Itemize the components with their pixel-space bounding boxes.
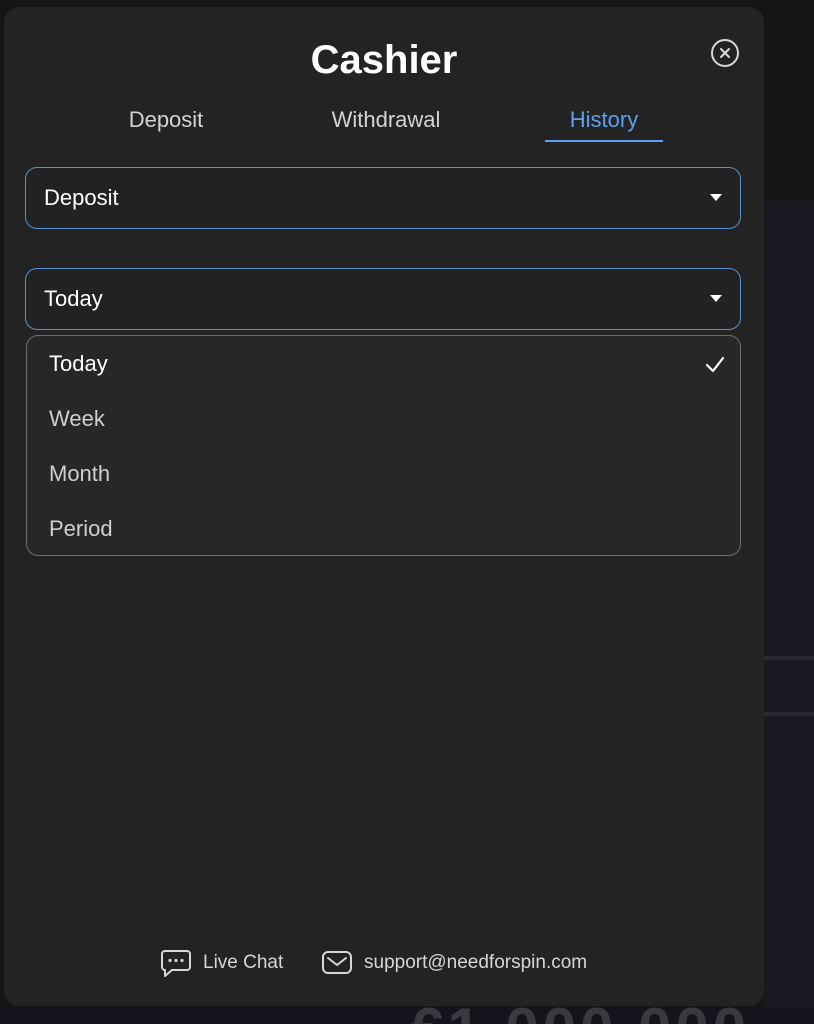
period-option-month[interactable]: Month bbox=[27, 446, 740, 501]
cashier-tabs: Deposit Withdrawal History bbox=[4, 103, 764, 143]
period-select[interactable]: Today bbox=[25, 268, 741, 330]
close-circle-icon bbox=[720, 48, 730, 58]
chat-bubble-icon bbox=[161, 950, 191, 977]
period-option-week[interactable]: Week bbox=[27, 391, 740, 446]
background-panel bbox=[764, 200, 814, 1024]
support-email-link[interactable]: support@needforspin.com bbox=[321, 945, 621, 981]
envelope-icon bbox=[322, 951, 352, 974]
tab-history[interactable]: History bbox=[545, 103, 663, 137]
period-value: Today bbox=[44, 286, 103, 311]
close-button[interactable] bbox=[711, 39, 739, 67]
period-dropdown-menu: Today Week Month Period bbox=[26, 335, 741, 556]
transaction-type-select[interactable]: Deposit bbox=[25, 167, 741, 229]
period-option-label: Today bbox=[49, 351, 108, 376]
live-chat-label: Live Chat bbox=[203, 952, 284, 973]
background-divider bbox=[764, 656, 814, 660]
period-option-label: Month bbox=[49, 461, 111, 486]
modal-title: Cashier bbox=[310, 38, 458, 82]
active-tab-indicator bbox=[545, 140, 663, 142]
period-option-label: Week bbox=[49, 406, 105, 431]
period-option-label: Period bbox=[49, 516, 113, 541]
period-option-period[interactable]: Period bbox=[27, 501, 740, 556]
period-option-today[interactable]: Today bbox=[27, 336, 740, 391]
tab-deposit[interactable]: Deposit bbox=[116, 103, 216, 137]
cashier-modal: Cashier Deposit Withdrawal History Depos… bbox=[4, 7, 764, 1006]
caret-down-icon bbox=[710, 295, 722, 302]
tab-withdrawal[interactable]: Withdrawal bbox=[316, 103, 456, 137]
checkmark-icon bbox=[705, 356, 725, 373]
live-chat-link[interactable]: Live Chat bbox=[160, 945, 300, 981]
support-footer: Live Chat support@needforspin.com bbox=[4, 945, 764, 981]
caret-down-icon bbox=[710, 194, 722, 201]
transaction-type-value: Deposit bbox=[44, 185, 119, 210]
support-email-label: support@needforspin.com bbox=[364, 952, 588, 973]
background-divider bbox=[764, 712, 814, 716]
